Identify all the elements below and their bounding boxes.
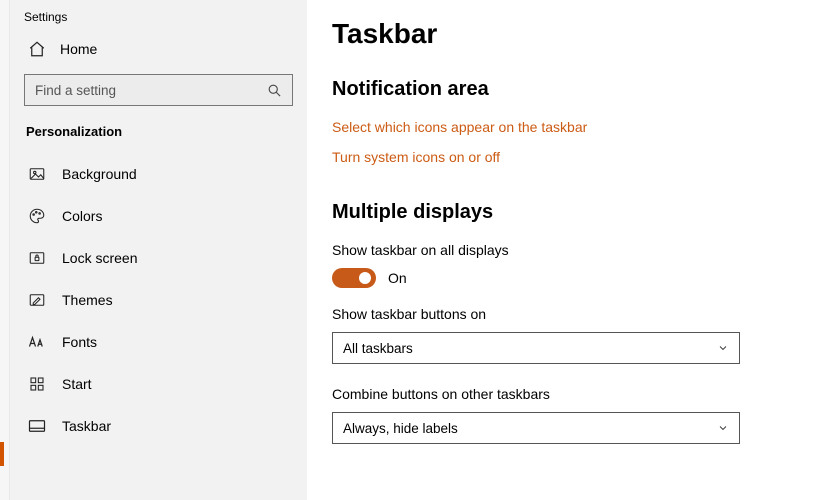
sidebar-section-heading: Personalization xyxy=(10,118,307,153)
sidebar-item-taskbar[interactable]: Taskbar xyxy=(10,405,307,447)
sidebar-item-lock-screen[interactable]: Lock screen xyxy=(10,237,307,279)
sidebar: Settings Home Personalization xyxy=(10,0,307,500)
lock-icon xyxy=(28,249,46,267)
chevron-down-icon xyxy=(717,422,729,434)
link-select-icons[interactable]: Select which icons appear on the taskbar xyxy=(332,119,587,135)
sidebar-item-fonts[interactable]: Fonts xyxy=(10,321,307,363)
sidebar-item-background[interactable]: Background xyxy=(10,153,307,195)
section-heading-notification-area: Notification area xyxy=(332,78,776,101)
palette-icon xyxy=(28,207,46,225)
chevron-down-icon xyxy=(717,342,729,354)
fonts-icon xyxy=(28,333,46,351)
sidebar-item-label: Fonts xyxy=(62,334,97,350)
sidebar-item-label: Background xyxy=(62,166,137,182)
sidebar-item-label: Themes xyxy=(62,292,113,308)
sidebar-item-label: Colors xyxy=(62,208,102,224)
search-input[interactable] xyxy=(35,83,255,98)
sidebar-nav: Background Colors Lock screen xyxy=(10,153,307,447)
sidebar-item-themes[interactable]: Themes xyxy=(10,279,307,321)
search-icon xyxy=(266,82,282,98)
sidebar-item-label: Lock screen xyxy=(62,250,137,266)
search-box[interactable] xyxy=(24,74,293,106)
pencil-icon xyxy=(28,291,46,309)
home-icon xyxy=(28,40,46,58)
window-title: Settings xyxy=(10,0,307,30)
main-content: Taskbar Notification area Select which i… xyxy=(307,0,816,500)
sidebar-item-start[interactable]: Start xyxy=(10,363,307,405)
select2-label: Combine buttons on other taskbars xyxy=(332,386,776,402)
link-system-icons[interactable]: Turn system icons on or off xyxy=(332,149,500,165)
page-title: Taskbar xyxy=(332,18,776,50)
toggle-field-label: Show taskbar on all displays xyxy=(332,242,776,258)
toggle-state-label: On xyxy=(388,270,407,286)
select-combine-other-taskbars[interactable]: Always, hide labels xyxy=(332,412,740,444)
select1-label: Show taskbar buttons on xyxy=(332,306,776,322)
taskbar-icon xyxy=(28,417,46,435)
sidebar-home-label: Home xyxy=(60,41,97,57)
left-gutter xyxy=(0,0,10,500)
sidebar-item-label: Taskbar xyxy=(62,418,111,434)
sidebar-item-label: Start xyxy=(62,376,92,392)
select-value: Always, hide labels xyxy=(343,421,458,436)
toggle-show-taskbar-all-displays[interactable] xyxy=(332,268,376,288)
grid-icon xyxy=(28,375,46,393)
image-icon xyxy=(28,165,46,183)
sidebar-item-colors[interactable]: Colors xyxy=(10,195,307,237)
sidebar-home[interactable]: Home xyxy=(10,30,307,66)
select-value: All taskbars xyxy=(343,341,413,356)
section-heading-multiple-displays: Multiple displays xyxy=(332,201,776,224)
toggle-knob xyxy=(359,272,371,284)
select-show-taskbar-buttons-on[interactable]: All taskbars xyxy=(332,332,740,364)
